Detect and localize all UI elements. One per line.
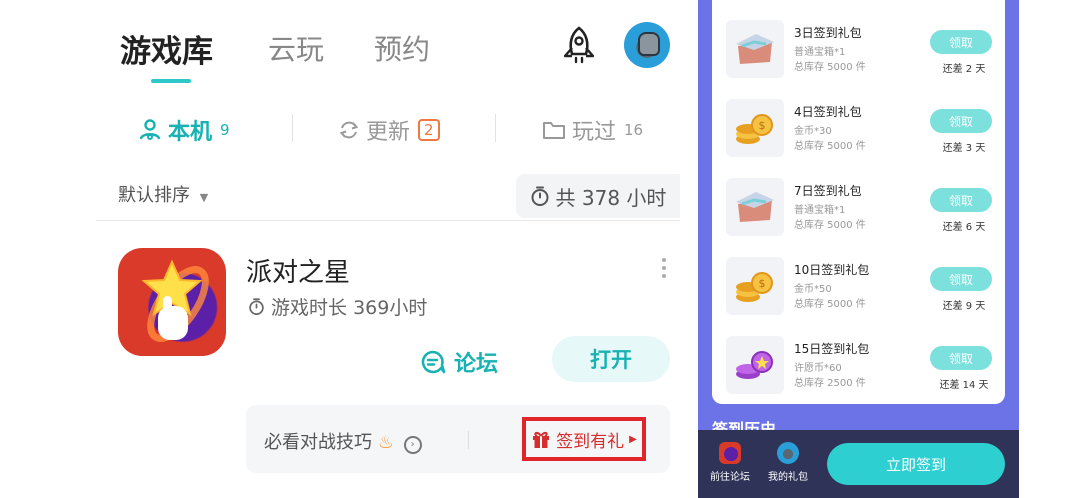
reward-item: 许愿币*60 xyxy=(794,363,842,374)
stopwatch-icon xyxy=(249,298,264,315)
game-title[interactable]: 派对之星 xyxy=(246,252,350,289)
wish-coin-icon xyxy=(726,336,784,394)
claim-button[interactable]: 领取 xyxy=(930,188,992,212)
reward-row: 15日签到礼包 许愿币*60 总库存 2500 件 领取 还差 14 天 xyxy=(712,334,1005,412)
folder-icon xyxy=(543,122,565,139)
days-remaining: 还差 14 天 xyxy=(939,380,989,391)
reward-title: 10日签到礼包 xyxy=(794,263,870,277)
reward-item: 普通宝箱*1 xyxy=(794,205,846,216)
filter-played-label: 玩过 xyxy=(572,120,617,145)
bottom-action-bar: 前往论坛 我的礼包 立即签到 xyxy=(698,430,1019,498)
reward-item: 普通宝箱*1 xyxy=(794,47,846,58)
checkin-rewards-panel: 3日签到礼包 普通宝箱*1 总库存 5000 件 领取 还差 2 天 $ 4日签… xyxy=(698,0,1019,498)
reward-stock: 总库存 2500 件 xyxy=(794,378,866,389)
tips-banner: 必看对战技巧 ♨ › 签到有礼 ▶ xyxy=(246,405,670,473)
open-game-button[interactable]: 打开 xyxy=(552,336,670,382)
go-to-forum-label: 前往论坛 xyxy=(710,472,750,483)
total-playtime: 共 378 小时 xyxy=(516,174,680,218)
filter-local[interactable]: 本机 9 xyxy=(138,114,230,146)
fire-icon: ♨ xyxy=(377,432,394,453)
reward-stock: 总库存 5000 件 xyxy=(794,62,866,73)
coins-icon: $ xyxy=(726,257,784,315)
star-hand-icon xyxy=(141,259,209,342)
reward-title: 15日签到礼包 xyxy=(794,342,870,356)
filter-local-count: 9 xyxy=(220,121,230,139)
game-playtime: 游戏时长 369小时 xyxy=(248,293,427,320)
filter-played[interactable]: 玩过 16 xyxy=(542,114,643,146)
reward-stock: 总库存 5000 件 xyxy=(794,141,866,152)
claim-button[interactable]: 领取 xyxy=(930,109,992,133)
chest-icon xyxy=(726,20,784,78)
reward-row: 7日签到礼包 普通宝箱*1 总库存 5000 件 领取 还差 6 天 xyxy=(712,176,1005,254)
checkin-gift-link[interactable]: 签到有礼 ▶ xyxy=(522,417,646,461)
coins-icon: $ xyxy=(726,99,784,157)
divider xyxy=(96,220,680,221)
gift-icon xyxy=(533,431,550,448)
go-to-forum-button[interactable]: 前往论坛 xyxy=(708,442,752,483)
game-app-icon[interactable] xyxy=(118,248,226,356)
reward-item: 金币*30 xyxy=(794,126,832,137)
sort-label: 默认排序 xyxy=(118,185,190,206)
stopwatch-icon xyxy=(531,186,549,206)
reward-title: 4日签到礼包 xyxy=(794,105,862,119)
caret-right-icon: ▶ xyxy=(629,433,637,445)
active-tab-indicator xyxy=(151,79,191,83)
chevron-down-icon: ▼ xyxy=(199,191,209,204)
reward-row: $ 4日签到礼包 金币*30 总库存 5000 件 领取 还差 3 天 xyxy=(712,97,1005,175)
claim-button[interactable]: 领取 xyxy=(930,30,992,54)
game-playtime-text: 游戏时长 369小时 xyxy=(271,297,428,319)
tab-reservations[interactable]: 预约 xyxy=(374,28,430,68)
reward-stock: 总库存 5000 件 xyxy=(794,220,866,231)
battle-tips-label: 必看对战技巧 xyxy=(264,432,372,453)
game-library-panel: 游戏库 云玩 预约 本机 9 更新 2 玩过 16 默认排序 ▼ 共 378 小… xyxy=(96,0,680,498)
avatar[interactable] xyxy=(624,22,670,68)
avatar xyxy=(777,442,799,464)
checkin-gift-label: 签到有礼 xyxy=(556,431,625,452)
days-remaining: 还差 6 天 xyxy=(942,222,986,233)
rewards-card: 3日签到礼包 普通宝箱*1 总库存 5000 件 领取 还差 2 天 $ 4日签… xyxy=(712,0,1005,404)
filter-update-label: 更新 xyxy=(366,120,411,145)
more-options-icon[interactable] xyxy=(662,258,666,282)
my-gifts-button[interactable]: 我的礼包 xyxy=(766,442,810,483)
reward-title: 7日签到礼包 xyxy=(794,184,862,198)
divider xyxy=(495,114,496,142)
refresh-icon xyxy=(339,121,359,139)
filter-local-label: 本机 xyxy=(168,120,213,145)
divider xyxy=(292,114,293,142)
tab-cloud-play[interactable]: 云玩 xyxy=(268,28,324,68)
days-remaining: 还差 3 天 xyxy=(942,143,986,154)
reward-row: 3日签到礼包 普通宝箱*1 总库存 5000 件 领取 还差 2 天 xyxy=(712,18,1005,96)
tab-game-library[interactable]: 游戏库 xyxy=(120,26,213,71)
filter-played-count: 16 xyxy=(624,121,644,139)
my-gifts-label: 我的礼包 xyxy=(768,472,808,483)
chevron-right-circle-icon: › xyxy=(403,436,422,454)
user-location-icon xyxy=(139,119,161,140)
game-app-icon xyxy=(719,442,741,464)
claim-button[interactable]: 领取 xyxy=(930,346,992,370)
divider xyxy=(468,431,469,449)
filter-update[interactable]: 更新 2 xyxy=(338,114,440,146)
reward-item: 金币*50 xyxy=(794,284,832,295)
reward-stock: 总库存 5000 件 xyxy=(794,299,866,310)
days-remaining: 还差 9 天 xyxy=(942,301,986,312)
total-playtime-text: 共 378 小时 xyxy=(555,185,667,210)
forum-icon xyxy=(421,350,446,374)
reward-row: $ 10日签到礼包 金币*50 总库存 5000 件 领取 还差 9 天 xyxy=(712,255,1005,333)
sign-in-now-button[interactable]: 立即签到 xyxy=(827,443,1005,485)
svg-text:$: $ xyxy=(759,119,766,132)
forum-link[interactable]: 论坛 xyxy=(420,346,498,378)
svg-text:$: $ xyxy=(759,277,766,290)
sort-dropdown[interactable]: 默认排序 ▼ xyxy=(118,181,208,207)
update-count-badge: 2 xyxy=(418,119,440,141)
chest-icon xyxy=(726,178,784,236)
claim-button[interactable]: 领取 xyxy=(930,267,992,291)
days-remaining: 还差 2 天 xyxy=(942,64,986,75)
reward-title: 3日签到礼包 xyxy=(794,26,862,40)
rocket-icon[interactable] xyxy=(561,26,597,66)
battle-tips-link[interactable]: 必看对战技巧 ♨ › xyxy=(264,428,422,454)
forum-label: 论坛 xyxy=(454,352,499,377)
